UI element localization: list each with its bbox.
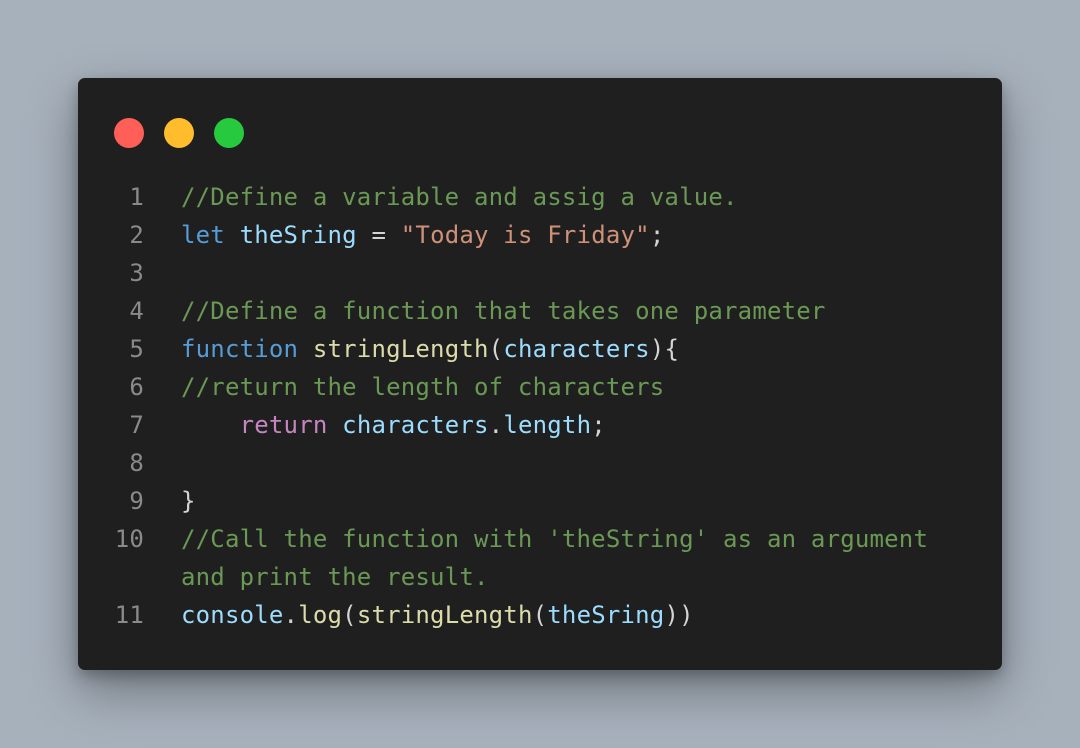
line-number: 8	[129, 449, 144, 477]
code-line: and print the result.	[78, 558, 1002, 596]
line-number: 9	[129, 487, 144, 515]
code-token-plain: (	[532, 601, 548, 629]
line-text: }	[181, 482, 196, 520]
code-block: 1 //Define a variable and assig a value. 2…	[78, 178, 1002, 634]
line-text: console.log(stringLength(theSring))	[181, 596, 694, 634]
code-line: 1 //Define a variable and assig a value.	[78, 178, 1002, 216]
code-line: 10 //Call the function with 'theString' a…	[78, 520, 1002, 558]
code-line: 6 //return the length of characters	[78, 368, 1002, 406]
code-token-keyword: let	[181, 221, 225, 249]
code-token-variable: characters	[503, 335, 650, 363]
code-token-plain: }	[181, 487, 196, 515]
line-text: let theSring = "Today is Friday";	[181, 216, 664, 254]
code-token-variable: length	[503, 411, 592, 439]
code-line: 11 console.log(stringLength(theSring))	[78, 596, 1002, 634]
code-line: 8	[78, 444, 1002, 482]
line-text: //Define a variable and assig a value.	[181, 178, 738, 216]
minimize-dot-icon[interactable]	[164, 118, 194, 148]
code-token-function: stringLength	[312, 335, 489, 363]
code-token-plain: ;	[649, 221, 665, 249]
line-text: //Define a function that takes one param…	[181, 292, 826, 330]
maximize-dot-icon[interactable]	[214, 118, 244, 148]
line-text: //Call the function with 'theString' as …	[181, 520, 928, 558]
line-text: function stringLength(characters){	[181, 330, 679, 368]
code-token-plain: .	[283, 601, 299, 629]
code-line: 3	[78, 254, 1002, 292]
line-text: and print the result.	[181, 558, 489, 596]
code-token-control: return	[239, 411, 328, 439]
code-line: 4 //Define a function that takes one para…	[78, 292, 1002, 330]
code-token-comment: //Define a function that takes one param…	[181, 297, 826, 325]
code-token-variable: console	[181, 601, 284, 629]
line-number: 7	[129, 411, 144, 439]
code-token-plain: ))	[664, 601, 694, 629]
code-token-comment: //return the length of characters	[181, 373, 665, 401]
code-line: 2 let theSring = "Today is Friday";	[78, 216, 1002, 254]
code-line: 7 return characters.length;	[78, 406, 1002, 444]
code-token-plain: (	[342, 601, 357, 629]
code-token-plain: ;	[591, 411, 606, 439]
code-window: 1 //Define a variable and assig a value. 2…	[78, 78, 1002, 670]
code-token-function: log	[298, 601, 343, 629]
line-number: 6	[129, 373, 144, 401]
code-token-function: stringLength	[356, 601, 533, 629]
line-number: 1	[129, 183, 144, 211]
code-token-plain: (	[488, 335, 504, 363]
line-number: 2	[129, 221, 144, 249]
code-line: 5 function stringLength(characters){	[78, 330, 1002, 368]
code-token-comment: //Define a variable and assig a value.	[181, 183, 738, 211]
code-token-variable: theSring	[547, 601, 665, 629]
line-number: 4	[129, 297, 144, 325]
line-text: //return the length of characters	[181, 368, 664, 406]
close-dot-icon[interactable]	[114, 118, 144, 148]
code-token-string: "Today is Friday"	[400, 221, 650, 249]
line-number: 5	[129, 335, 144, 363]
code-token-variable: characters	[342, 411, 489, 439]
code-token-keyword: function	[181, 335, 299, 363]
line-number: 11	[114, 601, 144, 629]
line-number: 3	[129, 259, 144, 287]
line-text: return characters.length;	[181, 406, 606, 444]
code-token-comment: and print the result.	[181, 563, 489, 591]
code-token-comment: //Call the function with 'theString' as …	[181, 525, 929, 553]
line-number: 10	[114, 525, 144, 553]
code-token-plain: ){	[649, 335, 680, 363]
code-line: 9}	[78, 482, 1002, 520]
code-token-variable: theSring	[239, 221, 357, 249]
code-token-plain: .	[488, 411, 504, 439]
code-token-plain: =	[356, 221, 401, 249]
